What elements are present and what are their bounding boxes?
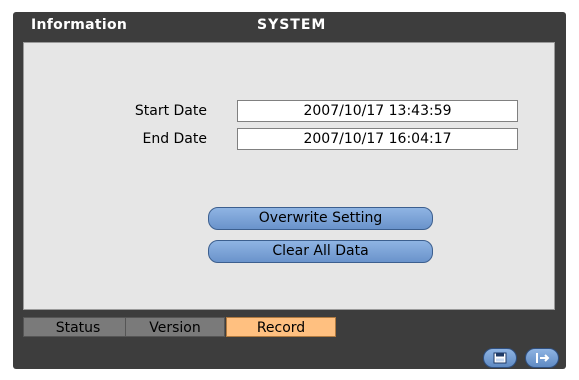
clear-all-data-button[interactable]: Clear All Data xyxy=(208,240,433,263)
save-button[interactable] xyxy=(483,348,517,368)
end-date-label: End Date xyxy=(142,131,207,147)
title-bar: Information SYSTEM xyxy=(13,12,566,40)
tab-status[interactable]: Status xyxy=(23,317,133,337)
exit-icon xyxy=(536,353,550,363)
end-date-field: 2007/10/17 16:04:17 xyxy=(237,128,518,150)
tab-record[interactable]: Record xyxy=(226,317,336,337)
record-panel: Start Date 2007/10/17 13:43:59 End Date … xyxy=(23,42,555,310)
window-title: Information xyxy=(31,17,128,33)
save-icon xyxy=(493,352,507,364)
start-date-field: 2007/10/17 13:43:59 xyxy=(237,100,518,122)
tab-version[interactable]: Version xyxy=(125,317,225,337)
exit-button[interactable] xyxy=(525,348,559,368)
section-title: SYSTEM xyxy=(257,17,327,33)
start-date-label: Start Date xyxy=(134,103,207,119)
overwrite-setting-button[interactable]: Overwrite Setting xyxy=(208,207,433,230)
information-window: Information SYSTEM Start Date 2007/10/17… xyxy=(13,12,566,369)
